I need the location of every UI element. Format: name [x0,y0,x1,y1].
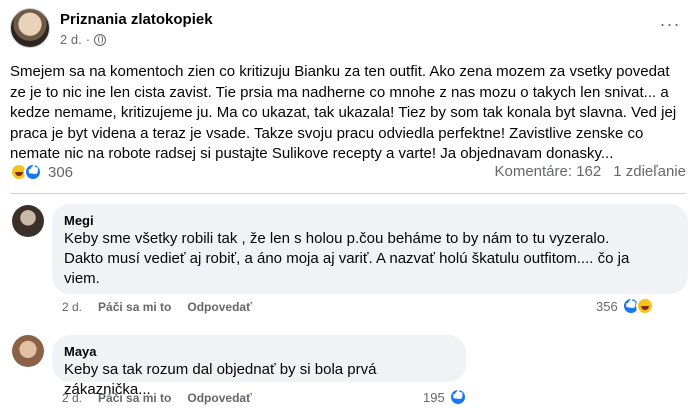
comment-bubble: Megi Keby sme všetky robili tak , že len… [52,204,688,294]
reply-button[interactable]: Odpovedať [187,391,251,405]
comment-reactions[interactable]: 195 [423,388,467,406]
divider [10,193,686,194]
comment-author[interactable]: Megi [64,212,676,229]
comment-time[interactable]: 2 d. [62,300,82,314]
comment-actions: 2 d. Páči sa mi to Odpovedať [62,391,252,405]
like-button[interactable]: Páči sa mi to [98,391,171,405]
meta-separator: · [85,32,91,47]
comment-text-line: viem. [64,270,100,287]
post-reaction-count: 306 [48,163,74,181]
comment-actions: 2 d. Páči sa mi to Odpovedať [62,300,252,314]
comment-reaction-count: 356 [596,298,618,314]
post-time[interactable]: 2 d. [60,32,82,47]
like-button[interactable]: Páči sa mi to [98,300,171,314]
post-meta: 2 d. · [60,32,107,47]
stats-right: Komentáre: 162 1 zdieľanie [494,163,686,180]
post-header: Priznania zlatokopiek 2 d. · ··· [10,8,686,52]
comments-count-link[interactable]: Komentáre: 162 [494,163,601,180]
comment-bubble: Maya Keby sa tak rozum dal objednať by s… [52,335,466,398]
haha-reaction-icon [635,297,654,315]
avatar[interactable] [12,335,44,367]
comment-time[interactable]: 2 d. [62,391,82,405]
post-reactions[interactable]: 306 [10,163,73,181]
comment-text-line: Dakto musí vedieť aj robiť, a áno moja a… [64,250,630,267]
comment-reaction-count: 195 [423,389,445,405]
page-avatar[interactable] [10,8,50,48]
page-name[interactable]: Priznania zlatokopiek [60,11,213,28]
reply-button[interactable]: Odpovedať [187,300,251,314]
like-reaction-icon [448,388,467,406]
comment-text-line: Keby sme všetky robili tak , že len s ho… [64,230,610,247]
like-reaction-icon [24,163,42,181]
post-text: Smejem sa na komentoch zien co kritizuju… [10,63,677,162]
avatar[interactable] [12,205,44,237]
more-options-button[interactable]: ··· [658,15,682,36]
post-stats: 306 Komentáre: 162 1 zdieľanie [10,162,686,184]
comment-reactions[interactable]: 356 [596,297,654,315]
comment-author[interactable]: Maya [64,343,454,360]
shares-count-link[interactable]: 1 zdieľanie [613,163,686,180]
globe-icon [94,33,107,46]
